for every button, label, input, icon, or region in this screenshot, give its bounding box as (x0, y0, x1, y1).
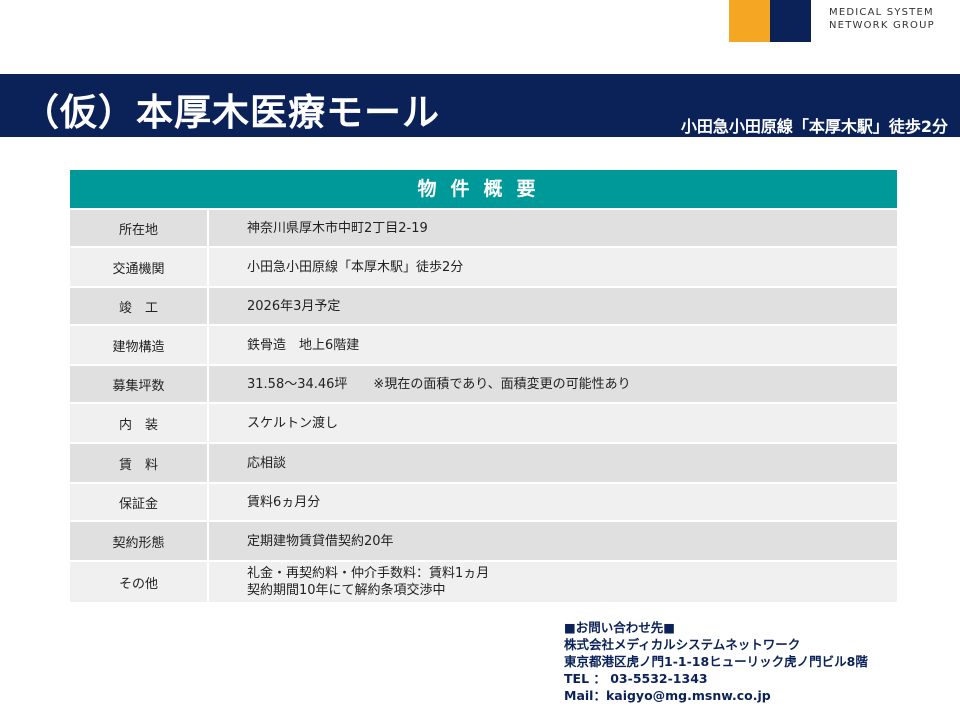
property-overview-table: 物件概要 所在地 神奈川県厚木市中町2丁目2-19 交通機関 小田急小田原線「本厚木駅… (70, 170, 897, 602)
table-row: 竣 工 2026年3月予定 (70, 286, 897, 324)
row-value: 31.58～34.46坪 ※現在の面積であり、面積変更の可能性あり (207, 366, 897, 402)
row-value: スケルトン渡し (207, 404, 897, 442)
row-label: その他 (118, 576, 158, 592)
row-value: 神奈川県厚木市中町2丁目2-19 (207, 210, 897, 246)
table-heading-text: 物件概要 (417, 178, 550, 200)
row-value: 小田急小田原線「本厚木駅」徒歩2分 (207, 248, 897, 286)
table-row: 契約形態 定期建物賃貸借契約20年 (70, 520, 897, 560)
row-value-line: 定期建物賃貸借契約20年 (247, 533, 394, 549)
row-value-line: 契約期間10年にて解約条項交渉中 (247, 583, 446, 598)
table-row: 内 装 スケルトン渡し (70, 402, 897, 442)
table-row: 建物構造 鉄骨造 地上6階建 (70, 324, 897, 364)
contact-address: 東京都港区虎ノ門1-1-18ヒューリック虎ノ門ビル8階 (564, 654, 868, 669)
row-label: 交通機関 (112, 261, 165, 277)
company-logo-mark (729, 0, 811, 42)
row-value-line: 31.58～34.46坪 ※現在の面積であり、面積変更の可能性あり (247, 376, 631, 392)
company-logo-text: MEDICAL SYSTEM NETWORK GROUP (829, 6, 935, 32)
page-title: （仮）本厚木医療モール (22, 91, 440, 134)
table-row: 募集坪数 31.58～34.46坪 ※現在の面積であり、面積変更の可能性あり (70, 364, 897, 402)
row-label: 契約形態 (112, 535, 165, 551)
row-label: 竣 工 (118, 300, 158, 316)
title-bar: （仮）本厚木医療モール 小田急小田原線「本厚木駅」徒歩2分 (0, 74, 960, 137)
row-value: 礼金・再契約料・仲介手数料：賃料1ヵ月 契約期間10年にて解約条項交渉中 (207, 562, 897, 602)
contact-heading: ■お問い合わせ先■ (564, 620, 676, 635)
row-label: 所在地 (118, 222, 158, 238)
table-row: その他 礼金・再契約料・仲介手数料：賃料1ヵ月 契約期間10年にて解約条項交渉中 (70, 560, 897, 602)
row-label: 内 装 (118, 417, 158, 433)
table-row: 所在地 神奈川県厚木市中町2丁目2-19 (70, 208, 897, 246)
row-label: 賃 料 (118, 457, 158, 473)
row-value: 2026年3月予定 (207, 288, 897, 324)
row-value: 定期建物賃貸借契約20年 (207, 522, 897, 560)
table-heading: 物件概要 (70, 170, 897, 208)
row-value-line: 2026年3月予定 (247, 298, 341, 314)
contact-tel: TEL ： 03-5532-1343 (564, 671, 708, 686)
row-value: 賃料6ヵ月分 (207, 484, 897, 520)
row-value-line: 小田急小田原線「本厚木駅」徒歩2分 (247, 259, 464, 275)
table-row: 保証金 賃料6ヵ月分 (70, 482, 897, 520)
table-row: 交通機関 小田急小田原線「本厚木駅」徒歩2分 (70, 246, 897, 286)
row-value-line: 鉄骨造 地上6階建 (247, 337, 360, 353)
row-value: 応相談 (207, 444, 897, 482)
logo-navy-block (770, 0, 811, 42)
row-value-line: スケルトン渡し (247, 415, 339, 431)
row-value-line: 応相談 (247, 455, 287, 471)
row-value-line: 賃料6ヵ月分 (247, 494, 321, 510)
row-value-line: 礼金・再契約料・仲介手数料：賃料1ヵ月 (247, 566, 490, 581)
row-value-line: 神奈川県厚木市中町2丁目2-19 (247, 220, 428, 236)
logo-orange-block (729, 0, 770, 42)
contact-company: 株式会社メディカルシステムネットワーク (564, 637, 801, 652)
row-value: 鉄骨造 地上6階建 (207, 326, 897, 364)
row-label: 建物構造 (112, 339, 165, 355)
station-access: 小田急小田原線「本厚木駅」徒歩2分 (680, 117, 948, 136)
contact-info: ■お問い合わせ先■ 株式会社メディカルシステムネットワーク 東京都港区虎ノ門1-… (564, 619, 868, 704)
logo-line-1: MEDICAL SYSTEM (829, 7, 934, 18)
logo-line-2: NETWORK GROUP (829, 20, 935, 31)
row-label: 募集坪数 (112, 378, 165, 394)
row-label: 保証金 (118, 496, 158, 512)
contact-mail: Mail：kaigyo@mg.msnw.co.jp (564, 688, 771, 703)
table-body: 所在地 神奈川県厚木市中町2丁目2-19 交通機関 小田急小田原線「本厚木駅」徒歩2分… (70, 208, 897, 602)
table-row: 賃 料 応相談 (70, 442, 897, 482)
